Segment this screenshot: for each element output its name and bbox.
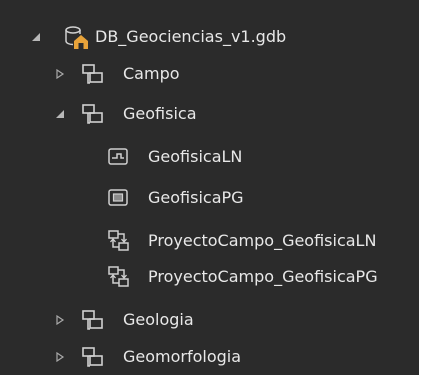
feature-dataset-icon [80, 344, 106, 370]
tree-item-label: ProyectoCampo_GeofisicaPG [148, 267, 378, 286]
tree-item-label: Geomorfologia [123, 347, 242, 366]
tree-item-label: GeofisicaPG [148, 188, 244, 207]
tree-item-geologia[interactable]: Geologia [0, 303, 419, 337]
line-feature-class-icon [106, 144, 132, 170]
tree-item-label: DB_Geociencias_v1.gdb [95, 27, 287, 46]
relationship-class-icon [106, 228, 132, 254]
tree-item-label: ProyectoCampo_GeofisicaLN [148, 231, 377, 250]
expand-arrow-icon[interactable] [54, 314, 66, 326]
geodatabase-icon [63, 24, 89, 50]
collapse-arrow-icon[interactable] [54, 108, 66, 120]
tree-item-relationship-pg[interactable]: ProyectoCampo_GeofisicaPG [0, 260, 419, 294]
catalog-tree-panel: DB_Geociencias_v1.gdb Campo Geofisica Ge… [0, 0, 421, 381]
feature-dataset-icon [80, 61, 106, 87]
polygon-feature-class-icon [106, 185, 132, 211]
tree-item-label: GeofisicaLN [148, 147, 243, 166]
tree-item-geodatabase[interactable]: DB_Geociencias_v1.gdb [0, 20, 419, 54]
expand-arrow-icon[interactable] [54, 351, 66, 363]
tree-item-label: Geofisica [123, 104, 197, 123]
tree-item-geofisica[interactable]: Geofisica [0, 97, 419, 131]
collapse-arrow-icon[interactable] [30, 31, 42, 43]
tree-item-geomorfologia[interactable]: Geomorfologia [0, 340, 419, 374]
tree-item-relationship-ln[interactable]: ProyectoCampo_GeofisicaLN [0, 224, 419, 258]
expand-arrow-icon[interactable] [54, 68, 66, 80]
feature-dataset-icon [80, 307, 106, 333]
feature-dataset-icon [80, 101, 106, 127]
tree-item-campo[interactable]: Campo [0, 57, 419, 91]
relationship-class-icon [106, 264, 132, 290]
tree-item-label: Campo [123, 64, 180, 83]
tree-item-label: Geologia [123, 310, 194, 329]
tree-item-geofisicapg[interactable]: GeofisicaPG [0, 181, 419, 215]
tree-item-geofisicaln[interactable]: GeofisicaLN [0, 140, 419, 174]
